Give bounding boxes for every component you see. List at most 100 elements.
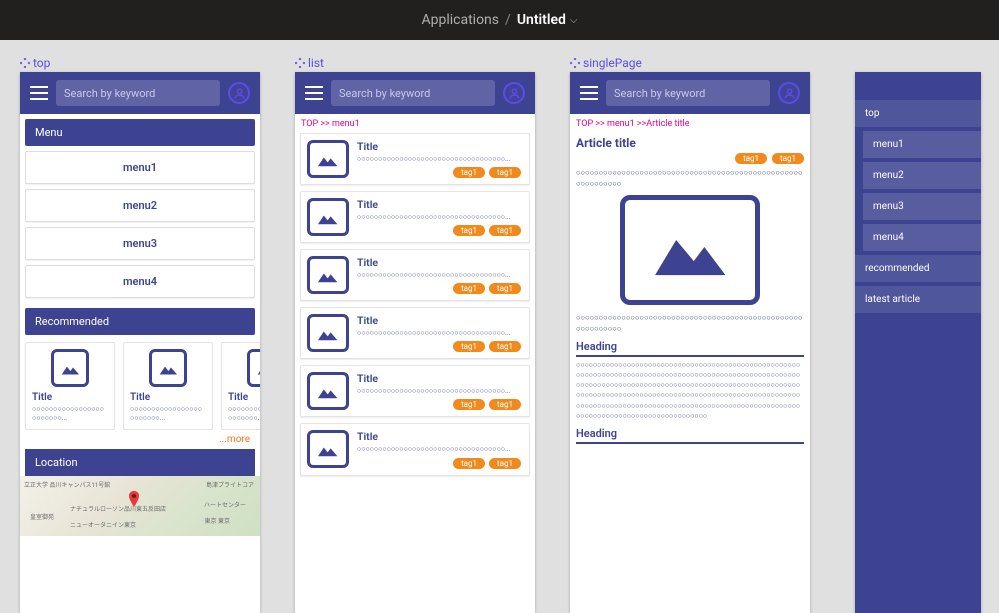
avatar-icon[interactable] [228, 82, 250, 104]
nav-item-latest[interactable]: latest article [855, 286, 981, 313]
nav-item-recommended[interactable]: recommended [855, 255, 981, 282]
artboard-label-list[interactable]: list [295, 56, 324, 70]
image-placeholder-icon [307, 372, 349, 410]
hamburger-icon[interactable] [305, 86, 323, 100]
map-label: ハートセンター [204, 500, 246, 509]
article-summary: ○○○○○○○○○○○○○○○○○○○○○○○○○○○○○○○○○○○○○○○○… [576, 168, 804, 189]
map-label: 立正大学 品川キャンパス11号館 [24, 480, 110, 489]
list-card[interactable]: Title ○○○○○○○○○○○○○○○○○○○○○○○○○○○○○○○○○○… [300, 423, 530, 475]
artboard-list[interactable]: Search by keyword TOP >> menu1 Title ○○○… [295, 72, 535, 613]
hamburger-icon[interactable] [30, 86, 48, 100]
map-label: 島津プライトコア [206, 480, 254, 489]
menu-button[interactable]: menu1 [25, 151, 255, 184]
tag-chip[interactable]: tag1 [453, 283, 485, 294]
article-lead: ○○○○○○○○○○○○○○○○○○○○○○○○○○○○○○○○○○○○○○○○… [576, 313, 804, 334]
avatar-icon[interactable] [503, 82, 525, 104]
image-placeholder-icon [307, 256, 349, 294]
app-header: Applications / Untitled ⌵ [0, 0, 999, 40]
tag-chip[interactable]: tag1 [489, 167, 521, 178]
component-icon [20, 58, 30, 68]
article-heading: Heading [576, 340, 804, 357]
tag-chip[interactable]: tag1 [489, 225, 521, 236]
nav-item-menu[interactable]: menu4 [863, 224, 981, 251]
more-link[interactable]: ...more [20, 430, 260, 449]
list-card-title: Title [357, 198, 521, 211]
mobile-header: Search by keyword [570, 72, 810, 114]
section-recommended-header: Recommended [25, 308, 255, 335]
canvas[interactable]: top list singlePage Search by keyword Me… [0, 40, 999, 613]
image-placeholder-icon [51, 349, 89, 387]
tag-chip[interactable]: tag1 [453, 458, 485, 469]
artboard-label-single[interactable]: singlePage [570, 56, 642, 70]
recommended-card[interactable]: Title ○○○○○○○○○○○○○○○○○○○○○○○○... [123, 342, 213, 430]
breadcrumb-path[interactable]: TOP >> menu1 [295, 114, 535, 133]
recommended-row[interactable]: Title ○○○○○○○○○○○○○○○○○○○○○○○○... Title … [20, 335, 260, 430]
component-icon [295, 58, 305, 68]
tag-chip[interactable]: tag1 [489, 341, 521, 352]
hamburger-icon[interactable] [580, 86, 598, 100]
article-body: ○○○○○○○○○○○○○○○○○○○○○○○○○○○○○○○○○○○○○○○○… [576, 360, 804, 421]
list-card[interactable]: Title ○○○○○○○○○○○○○○○○○○○○○○○○○○○○○○○○○○… [300, 191, 530, 243]
artboard-label-text: singlePage [583, 56, 642, 70]
article-heading: Heading [576, 427, 804, 444]
tag-chip[interactable]: tag1 [735, 153, 767, 164]
search-input[interactable]: Search by keyword [331, 80, 495, 106]
nav-item-top[interactable]: top [855, 100, 981, 127]
image-placeholder-icon [307, 140, 349, 178]
image-placeholder-icon [307, 314, 349, 352]
map-label: ナチュラルローソン品川東五反田店 [70, 504, 166, 513]
search-input[interactable]: Search by keyword [56, 80, 220, 106]
search-input[interactable]: Search by keyword [606, 80, 770, 106]
breadcrumb-applications[interactable]: Applications [421, 12, 499, 28]
list-card[interactable]: Title ○○○○○○○○○○○○○○○○○○○○○○○○○○○○○○○○○○… [300, 133, 530, 185]
chevron-down-icon[interactable]: ⌵ [570, 15, 578, 26]
tag-chip[interactable]: tag1 [489, 458, 521, 469]
list-card-desc: ○○○○○○○○○○○○○○○○○○○○○○○○○○○○○○○○○○○... [357, 445, 521, 454]
tag-chip[interactable]: tag1 [453, 167, 485, 178]
breadcrumb-path[interactable]: TOP >> menu1 >>Article title [570, 114, 810, 133]
map-placeholder[interactable]: 立正大学 品川キャンパス11号館 ナチュラルローソン品川東五反田店 ニューオータ… [20, 476, 260, 536]
card-desc: ○○○○○○○○○○○○○○○○○○○○○○○○... [228, 405, 260, 423]
artboard-top[interactable]: Search by keyword Menu menu1 menu2 menu3… [20, 72, 260, 613]
image-placeholder-icon [247, 349, 260, 387]
tag-chip[interactable]: tag1 [453, 341, 485, 352]
image-placeholder-icon [307, 198, 349, 236]
mobile-header: Search by keyword [20, 72, 260, 114]
breadcrumb-title[interactable]: Untitled [517, 12, 566, 28]
menu-button[interactable]: menu2 [25, 189, 255, 222]
mobile-header: Search by keyword [295, 72, 535, 114]
section-menu-header: Menu [25, 119, 255, 146]
recommended-card[interactable]: Title ○○○○○○○○○○○○○○○○○○○○○○○○... [221, 342, 260, 430]
recommended-card[interactable]: Title ○○○○○○○○○○○○○○○○○○○○○○○○... [25, 342, 115, 430]
nav-item-menu[interactable]: menu2 [863, 162, 981, 189]
tag-chip[interactable]: tag1 [453, 225, 485, 236]
article-list: Title ○○○○○○○○○○○○○○○○○○○○○○○○○○○○○○○○○○… [295, 133, 535, 476]
menu-button[interactable]: menu3 [25, 227, 255, 260]
avatar-icon[interactable] [778, 82, 800, 104]
artboard-label-top[interactable]: top [20, 56, 50, 70]
list-card-title: Title [357, 430, 521, 443]
tag-chip[interactable]: tag1 [453, 399, 485, 410]
artboard-single[interactable]: Search by keyword TOP >> menu1 >>Article… [570, 72, 810, 613]
image-placeholder-icon [307, 430, 349, 468]
list-card-desc: ○○○○○○○○○○○○○○○○○○○○○○○○○○○○○○○○○○○... [357, 329, 521, 338]
nav-item-menu[interactable]: menu1 [863, 131, 981, 158]
list-card-title: Title [357, 140, 521, 153]
map-pin-icon [128, 491, 140, 507]
nav-panel[interactable]: top menu1 menu2 menu3 menu4 recommended … [855, 72, 981, 613]
tag-chip[interactable]: tag1 [489, 283, 521, 294]
list-card-desc: ○○○○○○○○○○○○○○○○○○○○○○○○○○○○○○○○○○○... [357, 213, 521, 222]
nav-item-menu[interactable]: menu3 [863, 193, 981, 220]
map-label: 東京 東京 [205, 516, 231, 525]
list-card[interactable]: Title ○○○○○○○○○○○○○○○○○○○○○○○○○○○○○○○○○○… [300, 365, 530, 417]
list-card[interactable]: Title ○○○○○○○○○○○○○○○○○○○○○○○○○○○○○○○○○○… [300, 307, 530, 359]
list-card-title: Title [357, 256, 521, 269]
list-card-desc: ○○○○○○○○○○○○○○○○○○○○○○○○○○○○○○○○○○○... [357, 155, 521, 164]
menu-list: menu1 menu2 menu3 menu4 [20, 146, 260, 303]
menu-button[interactable]: menu4 [25, 265, 255, 298]
tag-chip[interactable]: tag1 [489, 399, 521, 410]
list-card[interactable]: Title ○○○○○○○○○○○○○○○○○○○○○○○○○○○○○○○○○○… [300, 249, 530, 301]
list-card-desc: ○○○○○○○○○○○○○○○○○○○○○○○○○○○○○○○○○○○... [357, 387, 521, 396]
tag-chip[interactable]: tag1 [772, 153, 804, 164]
article-title: Article title [576, 136, 804, 150]
